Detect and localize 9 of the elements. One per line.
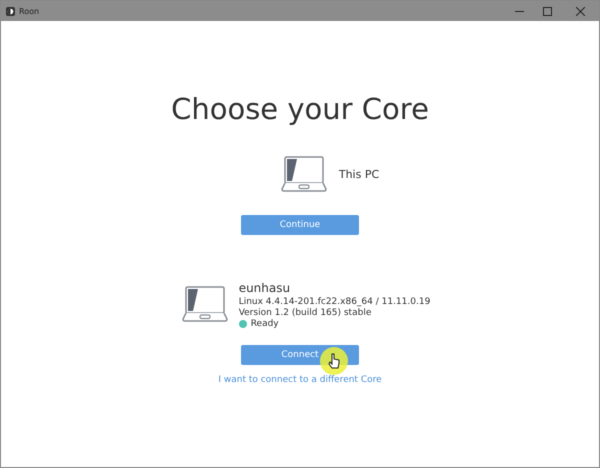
core-name: eunhasu bbox=[238, 281, 292, 295]
different-core-link[interactable]: I want to connect to a different Core bbox=[218, 375, 382, 385]
version-info: Version 1.2 (build 165) stable bbox=[238, 308, 372, 318]
system-info: Linux 4.4.14-201.fc22.x86_64 / 11.11.0.19 bbox=[238, 297, 430, 307]
this-pc-label: This PC bbox=[338, 168, 380, 180]
continue-button[interactable]: Continue bbox=[241, 215, 359, 235]
window-title: Roon bbox=[19, 6, 40, 16]
status-label: Ready bbox=[250, 319, 279, 329]
page-heading: Choose your Core bbox=[171, 92, 429, 126]
